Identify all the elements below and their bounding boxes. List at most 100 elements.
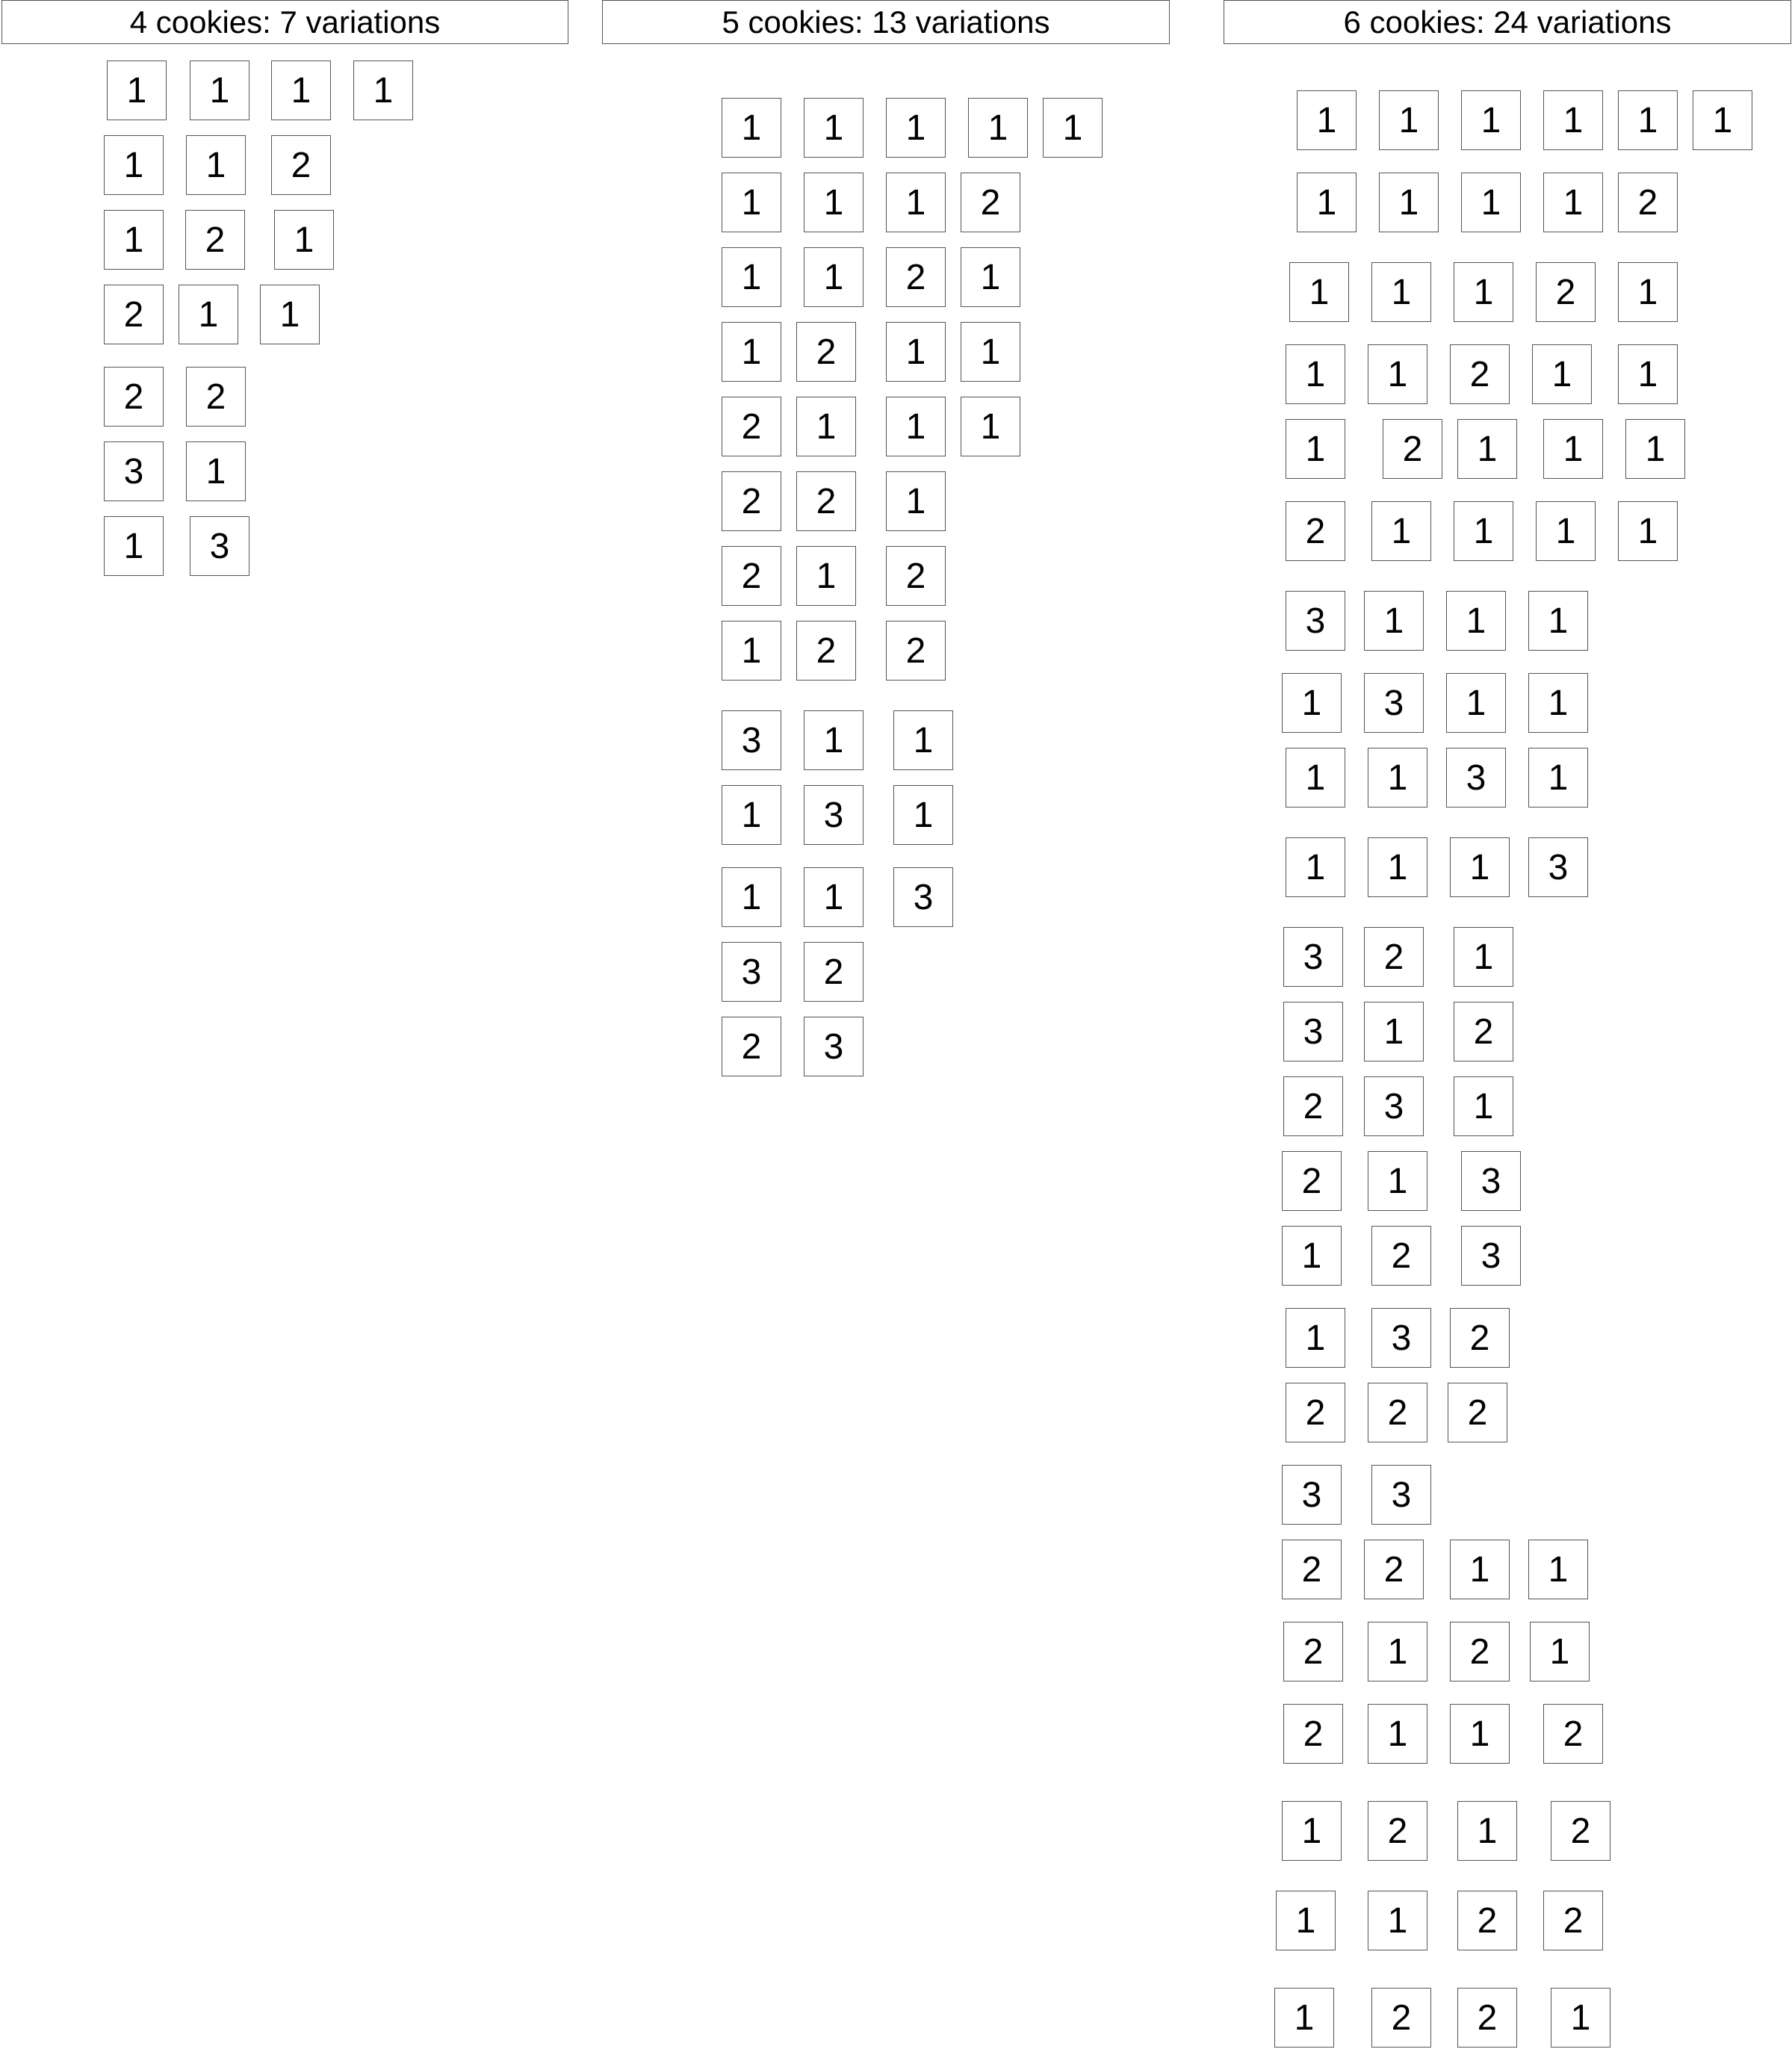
cookie-count-box: 1 (1543, 173, 1603, 232)
cookie-count-box: 1 (1454, 501, 1513, 561)
cookie-count-box: 1 (1282, 673, 1342, 733)
cookie-count-box: 1 (1454, 1076, 1513, 1136)
cookie-count-box: 3 (1371, 1308, 1431, 1368)
cookie-count-box: 3 (1283, 1002, 1343, 1061)
cookie-count-box: 1 (961, 247, 1020, 307)
cookie-count-box: 3 (1446, 748, 1506, 808)
column-header: 5 cookies: 13 variations (602, 0, 1170, 44)
cookie-count-box: 2 (271, 135, 331, 195)
cookie-count-box: 1 (1286, 344, 1345, 404)
cookie-count-box: 2 (1383, 419, 1442, 479)
cookie-count-box: 1 (886, 322, 946, 382)
cookie-count-box: 1 (804, 710, 864, 770)
cookie-count-box: 2 (1283, 1076, 1343, 1136)
cookie-count-box: 2 (1282, 1151, 1342, 1211)
cookie-count-box: 2 (722, 471, 781, 531)
cookie-count-box: 1 (1286, 1308, 1345, 1368)
cookie-count-box: 1 (1286, 837, 1345, 897)
cookie-count-box: 1 (1461, 90, 1521, 150)
cookie-count-box: 1 (1289, 262, 1349, 322)
cookie-count-box: 2 (1450, 1622, 1510, 1681)
cookie-count-box: 2 (1618, 173, 1678, 232)
cookie-count-box: 1 (104, 516, 164, 576)
cookie-count-box: 1 (1457, 1801, 1517, 1861)
cookie-count-box: 2 (722, 397, 781, 456)
cookie-count-box: 1 (1528, 748, 1588, 808)
cookie-count-box: 1 (1276, 1891, 1336, 1950)
cookie-count-box: 1 (1454, 927, 1513, 987)
cookie-count-box: 1 (1043, 98, 1103, 158)
cookie-count-box: 1 (1274, 1988, 1334, 2048)
cookie-count-box: 1 (179, 285, 238, 344)
cookie-count-box: 1 (722, 621, 781, 681)
cookie-count-box: 1 (1618, 90, 1678, 150)
cookie-count-box: 1 (1446, 591, 1506, 651)
cookie-count-box: 2 (886, 247, 946, 307)
cookie-count-box: 1 (722, 247, 781, 307)
cookie-count-box: 1 (722, 173, 781, 232)
cookie-count-box: 2 (1457, 1988, 1517, 2048)
column-header: 6 cookies: 24 variations (1224, 0, 1791, 44)
cookie-count-box: 2 (1450, 1308, 1510, 1368)
cookie-count-box: 1 (1371, 262, 1431, 322)
cookie-count-box: 1 (274, 210, 334, 270)
cookie-count-box: 1 (1368, 837, 1427, 897)
cookie-count-box: 2 (104, 367, 164, 427)
cookie-count-box: 2 (722, 1017, 781, 1076)
cookie-count-box: 2 (186, 367, 246, 427)
cookie-count-box: 2 (886, 621, 946, 681)
cookie-count-box: 2 (886, 546, 946, 606)
cookie-count-box: 2 (1286, 1383, 1345, 1442)
cookie-count-box: 1 (1450, 1704, 1510, 1764)
cookie-count-box: 3 (1364, 673, 1424, 733)
cookie-count-box: 1 (796, 546, 856, 606)
cookie-count-box: 2 (1283, 1622, 1343, 1681)
cookie-count-box: 1 (1461, 173, 1521, 232)
cookie-count-box: 1 (886, 397, 946, 456)
cookie-count-box: 1 (961, 322, 1020, 382)
cookie-count-box: 1 (353, 61, 413, 120)
column-header: 4 cookies: 7 variations (1, 0, 568, 44)
cookie-count-box: 1 (1450, 1540, 1510, 1599)
cookie-count-box: 3 (104, 441, 164, 501)
cookie-count-box: 1 (1457, 419, 1517, 479)
cookie-count-box: 1 (1368, 1622, 1427, 1681)
cookie-count-box: 3 (722, 710, 781, 770)
cookie-count-box: 3 (804, 1017, 864, 1076)
cookie-count-box: 2 (1364, 927, 1424, 987)
cookie-count-box: 2 (1286, 501, 1345, 561)
cookie-count-box: 1 (1543, 90, 1603, 150)
cookie-count-box: 1 (886, 98, 946, 158)
cookie-count-box: 3 (1282, 1465, 1342, 1525)
cookie-count-box: 1 (1364, 591, 1424, 651)
cookie-count-box: 1 (1618, 501, 1678, 561)
cookie-count-box: 1 (260, 285, 320, 344)
cookie-count-box: 1 (1368, 748, 1427, 808)
cookie-count-box: 1 (1625, 419, 1685, 479)
cookie-count-box: 1 (1368, 1891, 1427, 1950)
cookie-count-box: 2 (796, 471, 856, 531)
cookie-count-box: 2 (1364, 1540, 1424, 1599)
cookie-count-box: 1 (1297, 90, 1357, 150)
cookie-count-box: 2 (1543, 1891, 1603, 1950)
cookie-count-box: 1 (804, 247, 864, 307)
cookie-count-box: 2 (1368, 1383, 1427, 1442)
cookie-count-box: 2 (1551, 1801, 1610, 1861)
cookie-count-box: 2 (1371, 1226, 1431, 1286)
cookie-count-box: 1 (796, 397, 856, 456)
cookie-count-box: 1 (804, 867, 864, 927)
cookie-count-box: 1 (722, 867, 781, 927)
cookie-count-box: 2 (1282, 1540, 1342, 1599)
cookie-count-box: 1 (1297, 173, 1357, 232)
cookie-count-box: 2 (1450, 344, 1510, 404)
cookie-count-box: 1 (1532, 344, 1592, 404)
cookie-count-box: 1 (104, 135, 164, 195)
cookie-count-box: 3 (1461, 1151, 1521, 1211)
cookie-count-box: 2 (961, 173, 1020, 232)
cookie-count-box: 3 (190, 516, 249, 576)
cookie-count-box: 1 (190, 61, 249, 120)
cookie-count-box: 2 (722, 546, 781, 606)
cookie-count-box: 1 (968, 98, 1028, 158)
cookie-count-box: 1 (1454, 262, 1513, 322)
cookie-count-box: 1 (722, 98, 781, 158)
